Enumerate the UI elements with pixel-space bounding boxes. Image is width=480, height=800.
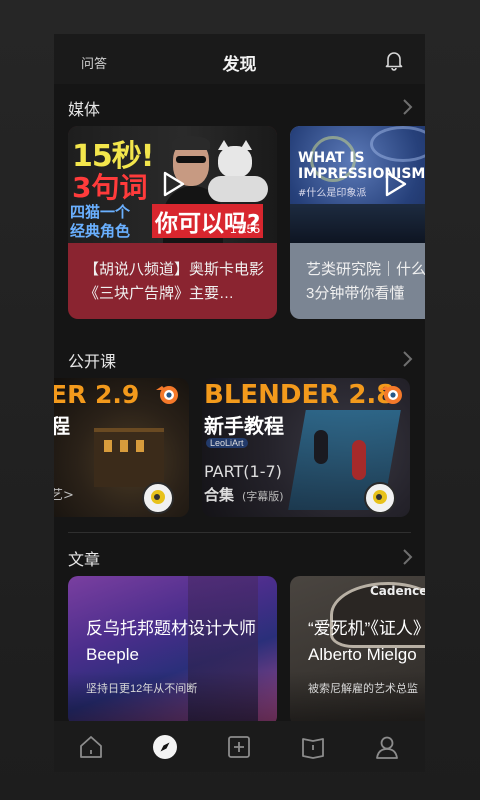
chevron-right-icon[interactable] — [401, 350, 413, 368]
thumb-text: PART(1-7) — [204, 462, 282, 481]
article-subtitle: 被索尼解雇的艺术总监 — [308, 683, 418, 695]
thumb-text: (字幕版) — [242, 490, 284, 503]
thumb-text: LeoLiArt — [206, 438, 248, 448]
thumb-text: 艺> — [54, 488, 74, 503]
bell-icon[interactable] — [383, 49, 405, 71]
article-card[interactable]: Cadence “爱死机”《证人》导演Alberto Mielgo 被索尼解雇的… — [290, 576, 425, 721]
chevron-right-icon[interactable] — [401, 98, 413, 116]
section-courses-title: 公开课 — [68, 354, 117, 371]
top-bar: 问答 发现 — [54, 34, 425, 84]
blender-logo-icon — [156, 386, 178, 404]
chevron-right-icon[interactable] — [401, 548, 413, 566]
section-divider — [68, 532, 411, 533]
thumb-text: WHAT IS — [298, 150, 365, 166]
thumb-text: 3句词 — [72, 171, 148, 204]
article-subtitle: 坚持日更12年从不间断 — [86, 683, 198, 695]
home-icon[interactable] — [78, 734, 104, 760]
book-icon[interactable] — [300, 734, 326, 760]
bottom-nav — [54, 721, 425, 772]
thumb-text: ER 2.9 — [54, 380, 140, 409]
add-icon[interactable] — [226, 734, 252, 760]
play-icon[interactable] — [161, 170, 187, 198]
section-media-header[interactable]: 媒体 — [68, 96, 413, 119]
course-card[interactable]: BLENDER 2.8 新手教程 LeoLiArt PART(1-7) 合集 (… — [202, 378, 410, 517]
thumb-text: 四猫一个 — [70, 203, 131, 221]
video-caption: 艺类研究院｜什么是印象派?3分钟带你看懂 — [306, 261, 425, 302]
phone-screen: 问答 发现 媒体 15秒! 3句词 四猫一个 经典角色 你可以吗? 17:55 … — [54, 34, 425, 772]
media-card[interactable]: WHAT IS IMPRESSIONISM #什么是印象派 艺类研究院｜什么是印… — [290, 126, 425, 319]
thumb-text: 新手教程 — [204, 414, 284, 438]
video-duration: 17:55 — [230, 222, 261, 236]
course-card[interactable]: ER 2.9 程 艺> — [54, 378, 189, 517]
video-thumbnail: WHAT IS IMPRESSIONISM #什么是印象派 — [290, 126, 425, 243]
thumb-text: BLENDER 2.8 — [204, 380, 395, 410]
profile-icon[interactable] — [374, 734, 400, 760]
play-icon[interactable] — [383, 170, 409, 198]
video-thumbnail: 15秒! 3句词 四猫一个 经典角色 你可以吗? 17:55 — [68, 126, 277, 243]
author-avatar[interactable] — [142, 482, 174, 514]
thumb-text: 合集 — [204, 486, 235, 504]
media-carousel[interactable]: 15秒! 3句词 四猫一个 经典角色 你可以吗? 17:55 【胡说八频道】奥斯… — [54, 126, 425, 321]
section-courses-header[interactable]: 公开课 — [68, 348, 413, 371]
thumb-text: 经典角色 — [70, 222, 131, 240]
discover-icon[interactable] — [152, 734, 178, 760]
media-card[interactable]: 15秒! 3句词 四猫一个 经典角色 你可以吗? 17:55 【胡说八频道】奥斯… — [68, 126, 277, 319]
blender-logo-icon — [380, 386, 402, 404]
thumb-text: 程 — [54, 414, 70, 438]
video-caption: 【胡说八频道】奥斯卡电影《三块广告牌》主要… — [84, 261, 265, 302]
article-title: “爱死机”《证人》导演Alberto Mielgo — [308, 619, 425, 664]
section-media-title: 媒体 — [68, 102, 101, 119]
author-avatar[interactable] — [364, 482, 396, 514]
section-articles-header[interactable]: 文章 — [68, 546, 413, 569]
article-card[interactable]: 反乌托邦题材设计大师Beeple 坚持日更12年从不间断 — [68, 576, 277, 721]
thumb-text: Cadence — [370, 584, 425, 598]
discover-feed[interactable]: 媒体 15秒! 3句词 四猫一个 经典角色 你可以吗? 17:55 【胡说八频道… — [54, 84, 425, 721]
section-articles-title: 文章 — [68, 552, 101, 569]
article-title: 反乌托邦题材设计大师Beeple — [86, 619, 256, 664]
courses-carousel[interactable]: ER 2.9 程 艺> BLENDER 2.8 新手教程 LeoLiArt PA… — [54, 378, 425, 518]
page-title: 发现 — [222, 55, 257, 74]
articles-carousel[interactable]: 反乌托邦题材设计大师Beeple 坚持日更12年从不间断 Cadence “爱死… — [54, 576, 425, 721]
thumb-text: #什么是印象派 — [298, 188, 367, 199]
